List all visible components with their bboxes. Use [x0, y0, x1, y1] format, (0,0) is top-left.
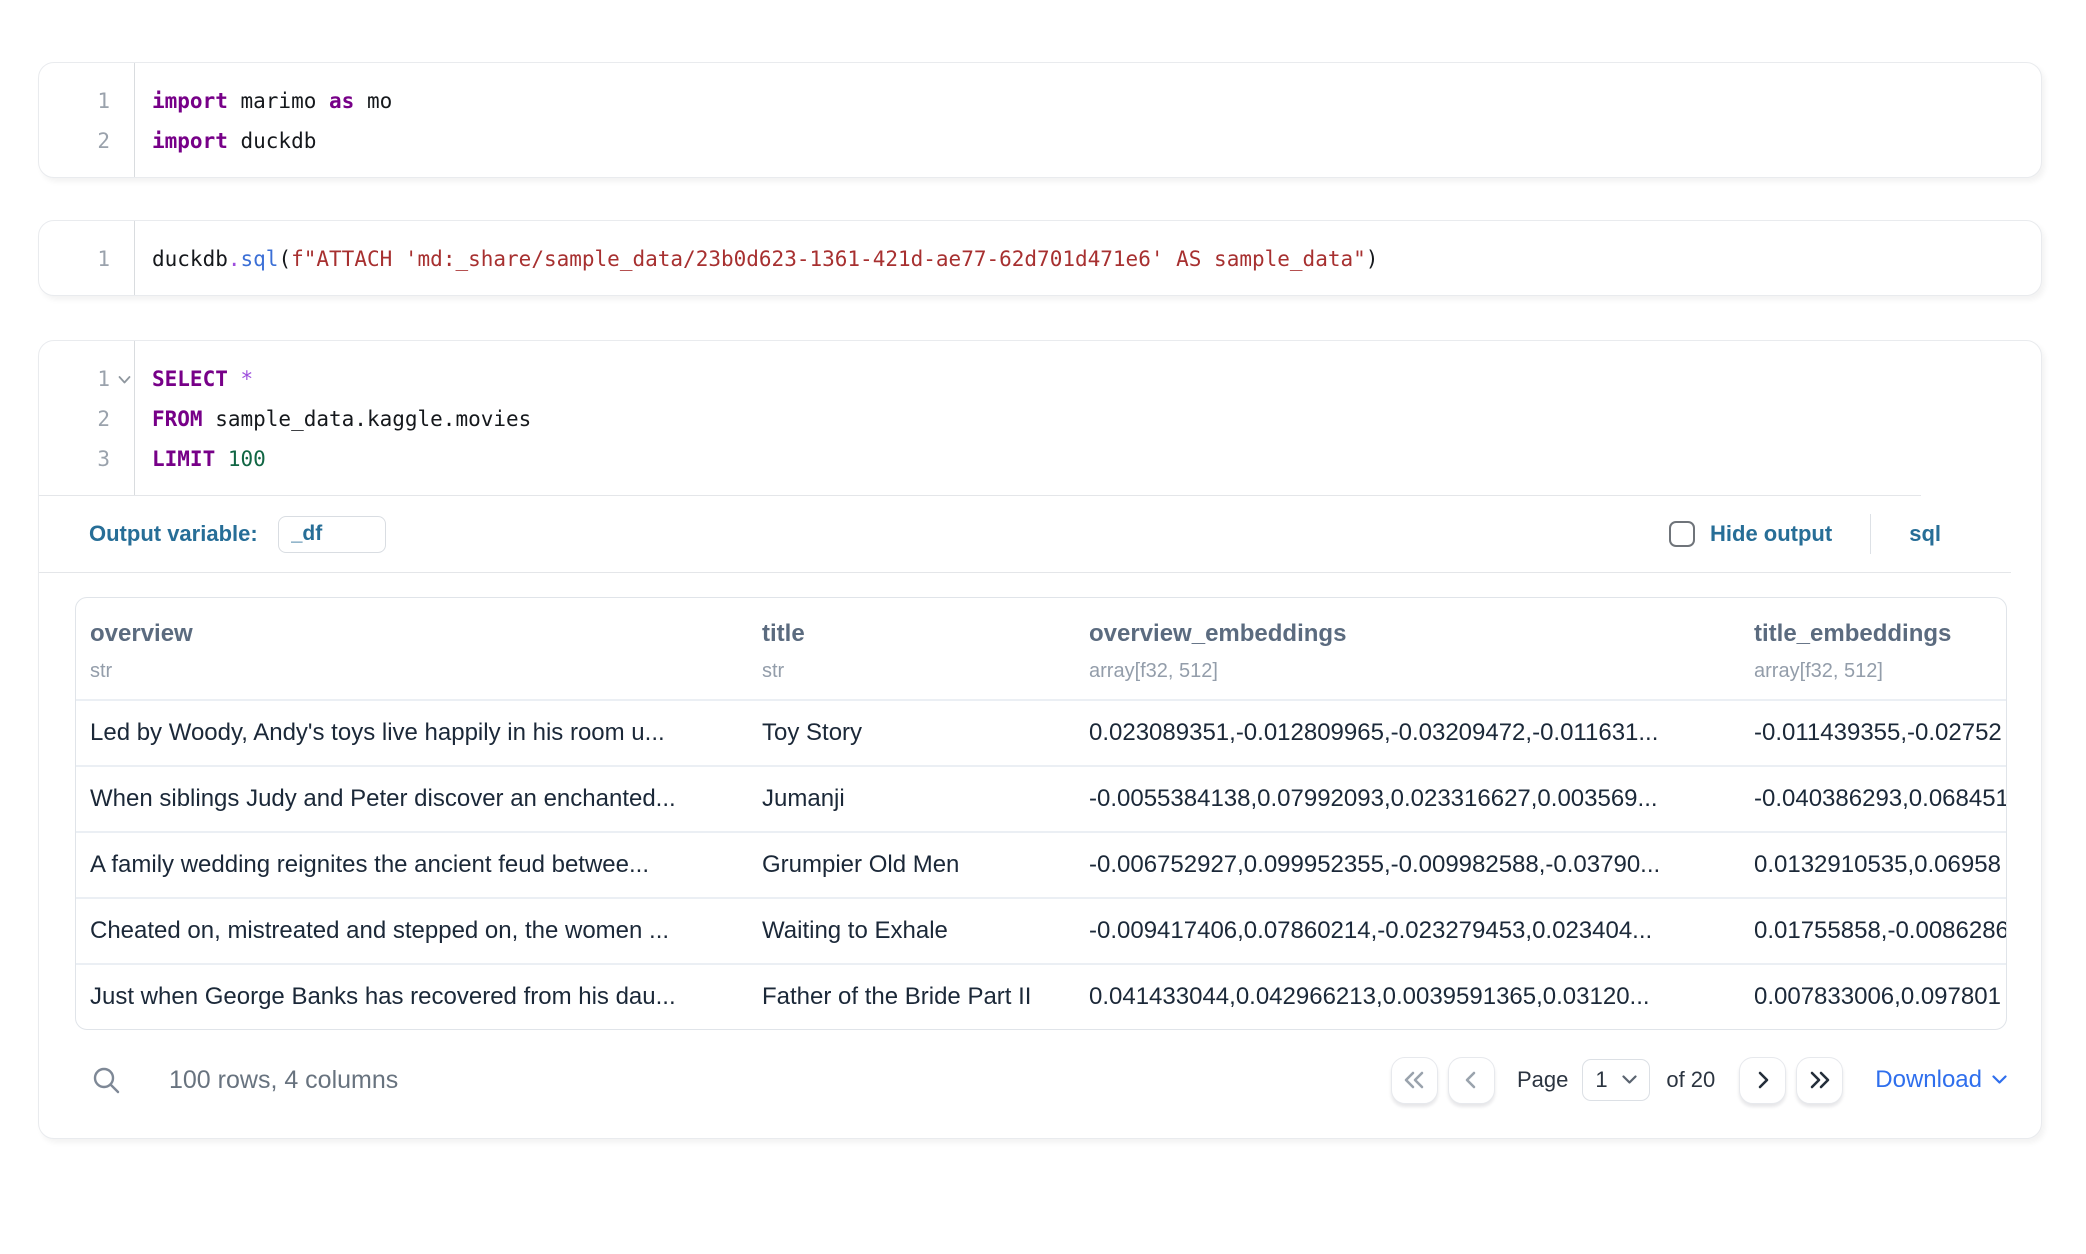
code-line[interactable]: 1duckdb.sql(f"ATTACH 'md:_share/sample_d… — [39, 239, 2041, 279]
line-number: 1 — [39, 89, 134, 113]
code-cell-attach: 1duckdb.sql(f"ATTACH 'md:_share/sample_d… — [38, 220, 2042, 296]
column-name: title — [762, 620, 1075, 648]
table-cell: 0.0132910535,0.06958 — [1740, 851, 2006, 879]
column-header-title[interactable]: title str — [748, 620, 1075, 683]
code-line[interactable]: 2FROM sample_data.kaggle.movies — [39, 399, 2041, 439]
line-number: 1 — [39, 367, 134, 391]
code-line[interactable]: 1import marimo as mo — [39, 81, 2041, 121]
column-type: array[f32, 512] — [1089, 660, 1740, 683]
dataframe-table: overview str title str overview_embeddingsar… — [75, 597, 2007, 1030]
table-row: Just when George Banks has recovered fro… — [76, 963, 2006, 1029]
page-select-value: 1 — [1595, 1067, 1622, 1093]
row-count-status: 100 rows, 4 columns — [169, 1066, 398, 1095]
page-total-label: of 20 — [1666, 1067, 1715, 1093]
output-area: overview str title str overview_embeddingsar… — [39, 573, 2041, 1138]
line-number: 1 — [39, 247, 134, 271]
column-type: str — [762, 660, 1075, 683]
table-cell: -0.006752927,0.099952355,-0.009982588,-0… — [1075, 851, 1740, 879]
column-header-title_embeddings[interactable]: title_embeddings array[f32, 512] — [1740, 620, 2006, 683]
table-footer: 100 rows, 4 columns Page 1 of 20 — [75, 1038, 2007, 1122]
table-cell: Toy Story — [748, 719, 1075, 747]
table-cell: -0.0055384138,0.07992093,0.023316627,0.0… — [1075, 785, 1740, 813]
next-page-button[interactable] — [1739, 1057, 1786, 1104]
column-header-overview[interactable]: overview str — [76, 620, 748, 683]
column-type: str — [90, 660, 748, 683]
output-variable-label: Output variable: — [89, 521, 258, 547]
table-cell: Cheated on, mistreated and stepped on, t… — [76, 917, 748, 945]
table-cell: 0.007833006,0.097801 — [1740, 983, 2006, 1011]
table-cell: -0.040386293,0.068451 — [1740, 785, 2006, 813]
table-cell: Grumpier Old Men — [748, 851, 1075, 879]
code-cell-imports: 1import marimo as mo2import duckdb — [38, 62, 2042, 178]
table-cell: 0.041433044,0.042966213,0.0039591365,0.0… — [1075, 983, 1740, 1011]
output-variable-bar: Output variable: Hide output sql — [39, 496, 2041, 572]
table-cell: A family wedding reignites the ancient f… — [76, 851, 748, 879]
page-select[interactable]: 1 — [1582, 1059, 1650, 1101]
column-header-overview_embeddings[interactable]: overview_embeddings array[f32, 512] — [1075, 620, 1740, 683]
prev-page-button[interactable] — [1448, 1057, 1495, 1104]
download-label: Download — [1875, 1066, 1982, 1094]
table-cell: Father of the Bride Part II — [748, 983, 1075, 1011]
hide-output-checkbox[interactable] — [1669, 521, 1695, 547]
table-cell: 0.023089351,-0.012809965,-0.03209472,-0.… — [1075, 719, 1740, 747]
table-row: Led by Woody, Andy's toys live happily i… — [76, 699, 2006, 765]
code-line[interactable]: 1SELECT * — [39, 359, 2041, 399]
table-cell: -0.009417406,0.07860214,-0.023279453,0.0… — [1075, 917, 1740, 945]
table-cell: Just when George Banks has recovered fro… — [76, 983, 748, 1011]
column-type: array[f32, 512] — [1754, 660, 2006, 683]
table-cell: 0.01755858,-0.0086286 — [1740, 917, 2006, 945]
code-text: duckdb.sql(f"ATTACH 'md:_share/sample_da… — [134, 247, 1378, 271]
code-editor[interactable]: 1duckdb.sql(f"ATTACH 'md:_share/sample_d… — [39, 221, 2041, 295]
table-row: A family wedding reignites the ancient f… — [76, 831, 2006, 897]
code-editor[interactable]: 1import marimo as mo2import duckdb — [39, 63, 2041, 177]
output-variable-input[interactable] — [278, 516, 386, 553]
table-cell: -0.011439355,-0.02752 — [1740, 719, 2006, 747]
column-name: overview — [90, 620, 748, 648]
table-cell: When siblings Judy and Peter discover an… — [76, 785, 748, 813]
table-cell: Waiting to Exhale — [748, 917, 1075, 945]
sql-cell: 1SELECT *2FROM sample_data.kaggle.movies… — [38, 340, 2042, 1139]
vertical-divider — [1870, 514, 1871, 554]
code-text: LIMIT 100 — [134, 447, 266, 471]
line-number: 2 — [39, 129, 134, 153]
chevron-down-icon — [1622, 1075, 1637, 1085]
code-line[interactable]: 3LIMIT 100 — [39, 439, 2041, 479]
hide-output-label[interactable]: Hide output — [1710, 521, 1832, 547]
line-number: 2 — [39, 407, 134, 431]
last-page-button[interactable] — [1796, 1057, 1843, 1104]
fold-chevron-icon[interactable] — [118, 376, 131, 385]
column-name: overview_embeddings — [1089, 620, 1740, 648]
code-editor[interactable]: 1SELECT *2FROM sample_data.kaggle.movies… — [39, 341, 2041, 495]
code-text: import marimo as mo — [134, 89, 392, 113]
page-label: Page — [1517, 1067, 1568, 1093]
table-row: When siblings Judy and Peter discover an… — [76, 765, 2006, 831]
download-button[interactable]: Download — [1875, 1066, 2007, 1094]
code-text: FROM sample_data.kaggle.movies — [134, 407, 531, 431]
code-text: import duckdb — [134, 129, 316, 153]
table-header-row: overview str title str overview_embeddingsar… — [76, 598, 2006, 699]
table-row: Cheated on, mistreated and stepped on, t… — [76, 897, 2006, 963]
cell-language-badge: sql — [1909, 521, 1941, 547]
search-icon[interactable] — [91, 1065, 121, 1095]
table-cell: Jumanji — [748, 785, 1075, 813]
first-page-button[interactable] — [1391, 1057, 1438, 1104]
line-number: 3 — [39, 447, 134, 471]
chevron-down-icon — [1992, 1075, 2007, 1085]
column-name: title_embeddings — [1754, 620, 2006, 648]
code-text: SELECT * — [134, 367, 253, 391]
code-line[interactable]: 2import duckdb — [39, 121, 2041, 161]
table-cell: Led by Woody, Andy's toys live happily i… — [76, 719, 748, 747]
